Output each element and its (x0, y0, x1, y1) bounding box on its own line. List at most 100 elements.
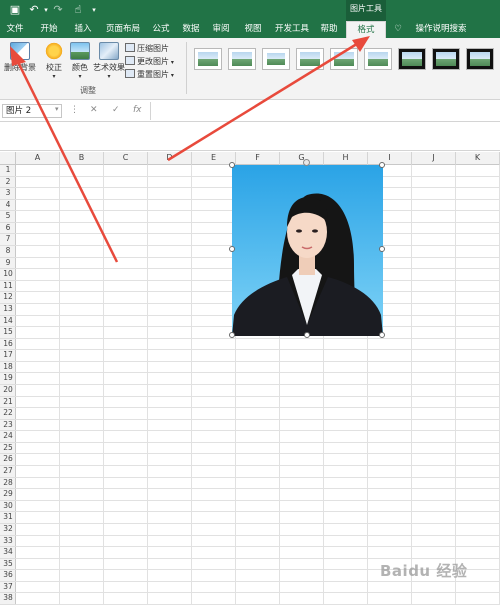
tab-developer[interactable]: 开发工具 (274, 21, 310, 38)
tab-formulas[interactable]: 公式 (150, 21, 172, 38)
tab-format[interactable]: 格式 (346, 21, 386, 38)
row-header[interactable]: 5 (0, 211, 16, 223)
row-header[interactable]: 24 (0, 431, 16, 443)
customize-qat-icon[interactable]: ▾ (88, 4, 100, 16)
inserted-picture[interactable] (232, 165, 383, 336)
column-header[interactable]: I (368, 152, 412, 165)
column-header[interactable]: J (412, 152, 456, 165)
resize-handle-right[interactable] (379, 246, 385, 252)
row-header[interactable]: 1 (0, 165, 16, 177)
tab-review[interactable]: 审阅 (210, 21, 232, 38)
picture-style-4[interactable] (296, 48, 324, 70)
row-header[interactable]: 15 (0, 327, 16, 339)
redo-icon[interactable]: ↷ (52, 4, 64, 16)
row-header[interactable]: 6 (0, 223, 16, 235)
tell-me-search[interactable]: 操作说明搜索 (406, 21, 476, 38)
column-header[interactable]: D (148, 152, 192, 165)
undo-icon[interactable]: ↶ (28, 4, 40, 16)
row-header[interactable]: 19 (0, 373, 16, 385)
row-header[interactable]: 20 (0, 385, 16, 397)
row-header[interactable]: 27 (0, 466, 16, 478)
column-header[interactable]: H (324, 152, 368, 165)
row-header[interactable]: 16 (0, 339, 16, 351)
column-header[interactable]: G (280, 152, 324, 165)
row-header[interactable]: 36 (0, 570, 16, 582)
remove-background-button[interactable]: 删除背景 (3, 42, 37, 73)
row-header[interactable]: 26 (0, 454, 16, 467)
row-header[interactable]: 7 (0, 234, 16, 247)
artistic-effects-button[interactable]: 艺术效果 ▾ (93, 42, 125, 80)
resize-handle-bottom[interactable] (304, 332, 310, 338)
row-header[interactable]: 13 (0, 304, 16, 316)
row-header[interactable]: 31 (0, 512, 16, 524)
row-header[interactable]: 3 (0, 188, 16, 200)
row-header[interactable]: 11 (0, 281, 16, 293)
name-box-dropdown-icon[interactable]: ▾ (55, 105, 59, 113)
picture-style-7[interactable] (398, 48, 426, 70)
tab-view[interactable]: 视图 (242, 21, 264, 38)
row-header[interactable]: 30 (0, 501, 16, 513)
row-header[interactable]: 17 (0, 350, 16, 362)
tab-page-layout[interactable]: 页面布局 (104, 21, 142, 38)
row-header[interactable]: 34 (0, 547, 16, 559)
row-header[interactable]: 22 (0, 408, 16, 420)
row-header[interactable]: 25 (0, 443, 16, 455)
row-header[interactable]: 23 (0, 420, 16, 432)
row-header[interactable]: 9 (0, 258, 16, 270)
formula-input[interactable] (150, 102, 498, 120)
touch-mode-icon[interactable]: ☝ (72, 4, 84, 16)
resize-handle-left[interactable] (229, 246, 235, 252)
row-header[interactable]: 4 (0, 200, 16, 212)
tab-file[interactable]: 文件 (4, 21, 26, 38)
picture-style-3[interactable] (262, 48, 290, 70)
picture-style-6[interactable] (364, 48, 392, 70)
resize-handle-bottom-left[interactable] (229, 332, 235, 338)
color-button[interactable]: 颜色 ▾ (68, 42, 92, 80)
row-header[interactable]: 8 (0, 246, 16, 258)
undo-dropdown-icon[interactable]: ▾ (40, 4, 52, 16)
tab-home[interactable]: 开始 (38, 21, 60, 38)
resize-handle-top-left[interactable] (229, 162, 235, 168)
corrections-button[interactable]: 校正 ▾ (42, 42, 66, 80)
row-header[interactable]: 38 (0, 593, 16, 605)
name-box[interactable]: 图片 2 (2, 104, 62, 118)
row-header[interactable]: 35 (0, 559, 16, 571)
row-header[interactable]: 32 (0, 524, 16, 536)
picture-style-9[interactable] (466, 48, 494, 70)
row-header[interactable]: 21 (0, 397, 16, 409)
column-header[interactable]: A (16, 152, 60, 165)
picture-style-1[interactable] (194, 48, 222, 70)
row-header[interactable]: 2 (0, 177, 16, 189)
rotate-handle[interactable] (303, 159, 310, 166)
reset-picture-button[interactable]: 重置图片 ▾ (125, 69, 174, 81)
picture-style-8[interactable] (432, 48, 460, 70)
picture-style-2[interactable] (228, 48, 256, 70)
row-header[interactable]: 33 (0, 536, 16, 548)
column-header[interactable]: C (104, 152, 148, 165)
insert-function-icon[interactable]: fx (133, 105, 142, 115)
row-header[interactable]: 12 (0, 292, 16, 304)
row-header[interactable]: 18 (0, 362, 16, 374)
picture-style-5[interactable] (330, 48, 358, 70)
row-header[interactable]: 29 (0, 489, 16, 501)
row-header[interactable]: 37 (0, 582, 16, 594)
resize-handle-bottom-right[interactable] (379, 332, 385, 338)
column-header[interactable]: F (236, 152, 280, 165)
compress-pictures-button[interactable]: 压缩图片 (125, 43, 169, 55)
select-all-corner[interactable] (0, 152, 16, 165)
row-gridline (16, 534, 500, 536)
resize-handle-top-right[interactable] (379, 162, 385, 168)
row-header[interactable]: 10 (0, 269, 16, 281)
row-gridline (16, 592, 500, 594)
change-picture-button[interactable]: 更改图片 ▾ (125, 56, 174, 68)
save-icon[interactable]: ▣ (9, 4, 21, 16)
tab-help[interactable]: 帮助 (318, 21, 340, 38)
row-header[interactable]: 14 (0, 316, 16, 328)
column-header[interactable]: K (456, 152, 500, 165)
tab-data[interactable]: 数据 (180, 21, 202, 38)
enter-icon[interactable]: ✓ (112, 105, 120, 115)
cancel-icon[interactable]: ✕ (90, 105, 98, 115)
tab-insert[interactable]: 插入 (72, 21, 94, 38)
column-header[interactable]: B (60, 152, 104, 165)
row-header[interactable]: 28 (0, 478, 16, 490)
